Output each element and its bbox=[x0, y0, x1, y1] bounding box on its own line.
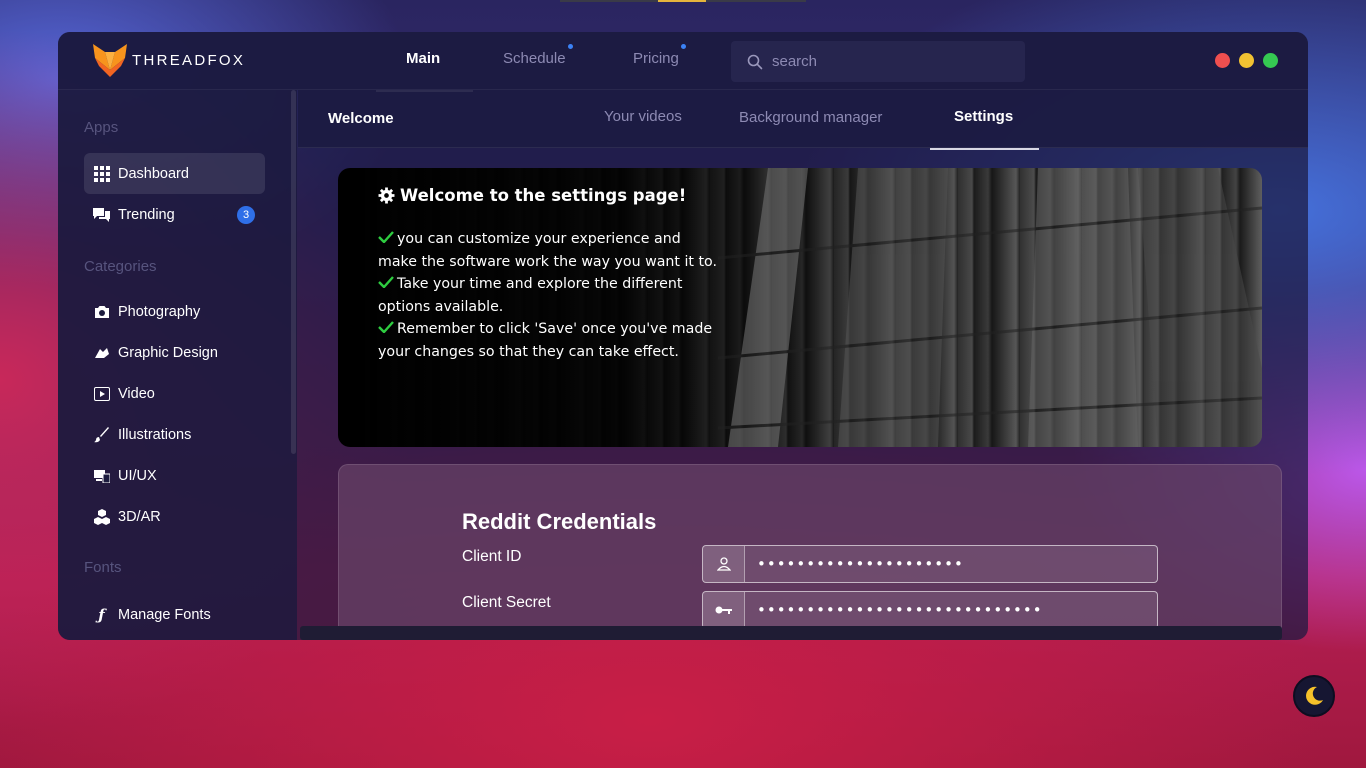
client-id-label: Client ID bbox=[462, 548, 522, 565]
sidebar-item-illustrations[interactable]: Illustrations bbox=[84, 414, 265, 455]
tip-text: you can customize your experience and ma… bbox=[378, 231, 717, 270]
fox-logo-icon bbox=[93, 44, 127, 77]
user-icon bbox=[703, 546, 745, 582]
tab-settings[interactable]: Settings bbox=[954, 108, 1013, 125]
cubes-icon bbox=[93, 508, 110, 525]
theme-toggle-button[interactable] bbox=[1293, 675, 1335, 717]
horizontal-scrollbar[interactable] bbox=[300, 626, 1282, 640]
grid-icon bbox=[93, 165, 110, 182]
section-categories: Categories bbox=[84, 258, 157, 275]
chat-icon bbox=[93, 206, 110, 223]
page-title: Welcome bbox=[328, 110, 394, 127]
checkmark-icon bbox=[378, 231, 394, 243]
maximize-window-button[interactable] bbox=[1263, 53, 1278, 68]
welcome-title: Welcome to the settings page! bbox=[378, 186, 718, 205]
tip-text: Take your time and explore the different… bbox=[378, 276, 683, 315]
close-window-button[interactable] bbox=[1215, 53, 1230, 68]
sidebar-item-trending[interactable]: Trending 3 bbox=[84, 194, 265, 235]
main-content: Welcome Your videos Background manager S… bbox=[298, 90, 1308, 640]
tip-line: you can customize your experience and ma… bbox=[378, 228, 718, 273]
sidebar-item-dashboard[interactable]: Dashboard bbox=[84, 153, 265, 194]
trending-count-badge: 3 bbox=[237, 206, 255, 224]
brush-icon bbox=[93, 426, 110, 443]
welcome-title-text: Welcome to the settings page! bbox=[400, 186, 687, 205]
sidebar-item-label: Dashboard bbox=[118, 165, 189, 182]
sidebar-item-manage-fonts[interactable]: ƒ Manage Fonts bbox=[84, 594, 265, 635]
logo[interactable]: THREADFOX bbox=[91, 42, 245, 78]
section-apps: Apps bbox=[84, 119, 119, 136]
sidebar-scrollbar[interactable] bbox=[291, 90, 296, 454]
sidebar-item-3d-ar[interactable]: 3D/AR bbox=[84, 496, 265, 537]
tip-line: Remember to click 'Save' once you've mad… bbox=[378, 318, 718, 363]
tab-pricing[interactable]: Pricing bbox=[633, 44, 686, 67]
devices-icon bbox=[93, 467, 110, 484]
tab-pricing-label: Pricing bbox=[633, 50, 679, 67]
checkmark-icon bbox=[378, 321, 394, 333]
camera-icon bbox=[93, 303, 110, 320]
moon-icon bbox=[1306, 686, 1323, 705]
notification-dot bbox=[567, 44, 573, 49]
top-notch bbox=[560, 0, 806, 2]
welcome-text: Welcome to the settings page! you can cu… bbox=[378, 186, 718, 363]
sidebar-item-video[interactable]: Video bbox=[84, 373, 265, 414]
sidebar-item-label: Video bbox=[118, 385, 155, 402]
sidebar-item-label: Graphic Design bbox=[118, 344, 218, 361]
reddit-credentials-card: Reddit Credentials Client ID Client Secr… bbox=[338, 464, 1282, 640]
credentials-title: Reddit Credentials bbox=[462, 509, 657, 534]
client-secret-field bbox=[702, 591, 1158, 629]
tab-main[interactable]: Main bbox=[406, 50, 440, 67]
client-secret-input[interactable] bbox=[745, 592, 1157, 628]
tip-line: Take your time and explore the different… bbox=[378, 273, 718, 318]
client-id-field bbox=[702, 545, 1158, 583]
gear-icon bbox=[378, 187, 395, 204]
sidebar-item-ui-ux[interactable]: UI/UX bbox=[84, 455, 265, 496]
app-window: THREADFOX Main Schedule Pricing search A… bbox=[58, 32, 1308, 640]
sidebar: Apps Dashboard Trending 3 Categories Pho… bbox=[58, 90, 297, 640]
notification-dot bbox=[680, 44, 686, 49]
key-icon bbox=[703, 592, 745, 628]
minimize-window-button[interactable] bbox=[1239, 53, 1254, 68]
client-secret-label: Client Secret bbox=[462, 594, 551, 611]
welcome-banner: Welcome to the settings page! you can cu… bbox=[338, 168, 1262, 447]
sidebar-item-label: 3D/AR bbox=[118, 508, 161, 525]
app-name: THREADFOX bbox=[132, 51, 246, 69]
tab-schedule-label: Schedule bbox=[503, 50, 566, 67]
sidebar-item-label: Illustrations bbox=[118, 426, 192, 443]
search-bar bbox=[731, 41, 1025, 82]
pen-tool-icon bbox=[93, 344, 110, 361]
font-icon: ƒ bbox=[98, 605, 105, 624]
active-subtab-indicator bbox=[930, 148, 1039, 150]
client-id-input[interactable] bbox=[745, 546, 1157, 582]
tip-text: Remember to click 'Save' once you've mad… bbox=[378, 321, 713, 360]
window-controls bbox=[1215, 53, 1278, 68]
sidebar-item-label: Photography bbox=[118, 303, 201, 320]
sub-nav: Welcome Your videos Background manager S… bbox=[298, 90, 1308, 148]
section-fonts: Fonts bbox=[84, 559, 122, 576]
top-bar: THREADFOX Main Schedule Pricing bbox=[58, 32, 1308, 90]
tab-background-manager[interactable]: Background manager bbox=[739, 109, 882, 126]
sidebar-item-label: Manage Fonts bbox=[118, 606, 211, 623]
tab-schedule[interactable]: Schedule bbox=[503, 44, 573, 67]
video-icon bbox=[93, 385, 110, 402]
sidebar-item-photography[interactable]: Photography bbox=[84, 291, 265, 332]
tab-your-videos[interactable]: Your videos bbox=[604, 108, 682, 125]
sidebar-item-graphic-design[interactable]: Graphic Design bbox=[84, 332, 265, 373]
checkmark-icon bbox=[378, 276, 394, 288]
sidebar-item-label: Trending bbox=[118, 206, 175, 223]
tab-main-label: Main bbox=[406, 50, 441, 67]
search-input[interactable] bbox=[772, 53, 1012, 70]
search-icon bbox=[747, 54, 763, 69]
sidebar-item-label: UI/UX bbox=[118, 467, 157, 484]
